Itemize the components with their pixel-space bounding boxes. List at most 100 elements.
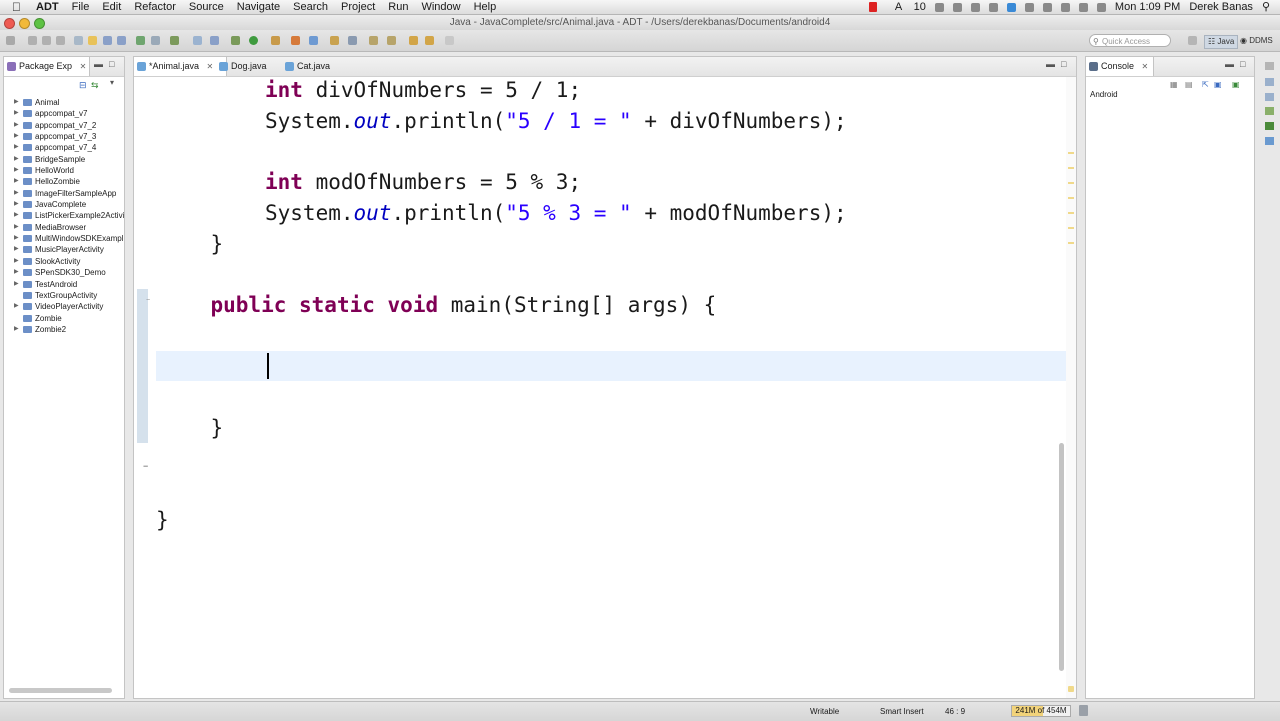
minimize-view-icon[interactable]: ▬	[1225, 59, 1234, 69]
tree-item[interactable]: ▶ VideoPlayerActivity	[8, 301, 124, 312]
lint-icon[interactable]	[170, 36, 179, 45]
tree-item[interactable]: TextGroupActivity	[8, 290, 124, 301]
expand-arrow-icon[interactable]: ▶	[14, 233, 19, 244]
back-icon[interactable]	[409, 36, 418, 45]
apple-icon[interactable]: 	[12, 0, 26, 14]
tree-item[interactable]: ▶ appcompat_v7_3	[8, 131, 124, 142]
tools-icon[interactable]	[210, 36, 219, 45]
search-icon[interactable]	[348, 36, 357, 45]
expand-arrow-icon[interactable]: ▶	[14, 222, 19, 233]
occurrence-marker[interactable]	[1068, 197, 1074, 199]
tree-item[interactable]: ▶ MediaBrowser	[8, 222, 124, 233]
tree-item[interactable]: ▶ ImageFilterSampleApp	[8, 188, 124, 199]
fold-icon[interactable]: −	[143, 461, 148, 471]
display-console-icon[interactable]: ▣	[1214, 80, 1222, 89]
menu-file[interactable]: File	[72, 0, 90, 14]
horizontal-scrollbar[interactable]	[9, 688, 112, 693]
previous-annotation-icon[interactable]	[387, 36, 396, 45]
code-editor[interactable]: − − int divOfNumbers = 5 / 1; System.out.…	[134, 77, 1076, 698]
open-console-icon[interactable]: ▣	[1232, 80, 1240, 89]
expand-arrow-icon[interactable]: ▶	[14, 279, 19, 290]
mark-occurrences-icon[interactable]	[88, 36, 97, 45]
save-all-icon[interactable]	[42, 36, 51, 45]
show-whitespace-icon[interactable]	[117, 36, 126, 45]
expand-arrow-icon[interactable]: ▶	[14, 97, 19, 108]
menu-edit[interactable]: Edit	[102, 0, 121, 14]
menu-app-name[interactable]: ADT	[36, 0, 59, 14]
tree-item[interactable]: ▶ MusicPlayerActivity	[8, 244, 124, 255]
expand-arrow-icon[interactable]: ▶	[14, 188, 19, 199]
maximize-view-icon[interactable]: □	[1240, 59, 1245, 69]
new-icon[interactable]	[6, 36, 15, 45]
forward-icon[interactable]	[425, 36, 434, 45]
tab-console[interactable]: Console ✕	[1085, 57, 1154, 76]
record-icon[interactable]	[868, 2, 877, 12]
perspective-ddms-button[interactable]: ◉ DDMS	[1237, 35, 1276, 47]
javadoc-icon[interactable]	[1265, 137, 1274, 145]
close-icon[interactable]: ✕	[80, 62, 87, 71]
time-machine-icon[interactable]	[1024, 2, 1034, 12]
expand-arrow-icon[interactable]: ▶	[14, 199, 19, 210]
expand-arrow-icon[interactable]: ▶	[14, 256, 19, 267]
avd-manager-icon[interactable]	[151, 36, 160, 45]
zoom-window-icon[interactable]	[34, 18, 45, 29]
user-name[interactable]: Derek Banas	[1189, 0, 1253, 14]
pin-console-icon[interactable]: ⇱	[1202, 80, 1209, 89]
scroll-lock-icon[interactable]: ▤	[1185, 80, 1193, 89]
tray-counter[interactable]: A 10	[886, 0, 926, 14]
menu-navigate[interactable]: Navigate	[237, 0, 280, 14]
download-icon[interactable]	[970, 2, 980, 12]
expand-arrow-icon[interactable]: ▶	[14, 108, 19, 119]
tree-item[interactable]: ▶ appcompat_v7_4	[8, 142, 124, 153]
tree-item[interactable]: ▶ ListPickerExample2Activi	[8, 210, 124, 221]
occurrence-marker[interactable]	[1068, 242, 1074, 244]
expand-arrow-icon[interactable]: ▶	[14, 244, 19, 255]
menu-search[interactable]: Search	[293, 0, 328, 14]
heap-status[interactable]: 241M of 454M	[1011, 705, 1071, 717]
problems-icon[interactable]	[1265, 107, 1274, 115]
code-line[interactable]: }	[211, 229, 224, 259]
close-icon[interactable]: ✕	[1142, 62, 1149, 71]
expand-arrow-icon[interactable]: ▶	[14, 176, 19, 187]
menu-project[interactable]: Project	[341, 0, 375, 14]
clear-console-icon[interactable]: ▦	[1170, 80, 1178, 89]
minimize-view-icon[interactable]: ▬	[1046, 59, 1055, 69]
new-java-class-icon[interactable]	[291, 36, 300, 45]
expand-arrow-icon[interactable]: ▶	[14, 301, 19, 312]
occurrence-marker[interactable]	[1068, 167, 1074, 169]
run-icon[interactable]	[249, 36, 258, 45]
tab-dog-java[interactable]: Dog.java	[216, 57, 267, 76]
code-line[interactable]: System.out.println("5 % 3 = " + modOfNum…	[265, 198, 847, 228]
code-line[interactable]: int divOfNumbers = 5 / 1;	[265, 75, 581, 105]
print-icon[interactable]	[56, 36, 65, 45]
tree-item[interactable]: ▶ Zombie2	[8, 324, 124, 335]
wifi-icon[interactable]	[1060, 2, 1070, 12]
fold-icon[interactable]: −	[146, 297, 150, 304]
open-type-icon[interactable]	[309, 36, 318, 45]
menu-refactor[interactable]: Refactor	[134, 0, 176, 14]
open-perspective-icon[interactable]	[1188, 36, 1197, 45]
logcat-icon[interactable]	[1265, 122, 1274, 130]
tree-item[interactable]: ▶ BridgeSample	[8, 154, 124, 165]
bluetooth-icon[interactable]	[1042, 2, 1052, 12]
code-line[interactable]: }	[156, 505, 169, 535]
tree-item[interactable]: ▶ MultiWindowSDKExampl	[8, 233, 124, 244]
external-tools-icon[interactable]	[271, 36, 280, 45]
tree-item[interactable]: ▶ appcompat_v7	[8, 108, 124, 119]
expand-arrow-icon[interactable]: ▶	[14, 120, 19, 131]
next-annotation-icon[interactable]	[369, 36, 378, 45]
app-tray-icon[interactable]	[1006, 2, 1016, 12]
tree-item[interactable]: ▶ appcompat_v7_2	[8, 120, 124, 131]
restore-icon[interactable]	[1265, 62, 1274, 70]
link-with-editor-icon[interactable]: ⇆	[91, 80, 99, 91]
code-line[interactable]: System.out.println("5 / 1 = " + divOfNum…	[265, 106, 847, 136]
tree-item[interactable]: ▶ HelloWorld	[8, 165, 124, 176]
tab-animal-java[interactable]: *Animal.java ✕	[133, 57, 227, 76]
debug-icon[interactable]	[231, 36, 240, 45]
view-menu-icon[interactable]: ▾	[110, 78, 114, 87]
new-android-project-icon[interactable]	[193, 36, 202, 45]
expand-arrow-icon[interactable]: ▶	[14, 131, 19, 142]
menu-run[interactable]: Run	[388, 0, 408, 14]
code-line[interactable]: public static void main(String[] args) {	[211, 290, 717, 320]
occurrence-marker[interactable]	[1068, 212, 1074, 214]
